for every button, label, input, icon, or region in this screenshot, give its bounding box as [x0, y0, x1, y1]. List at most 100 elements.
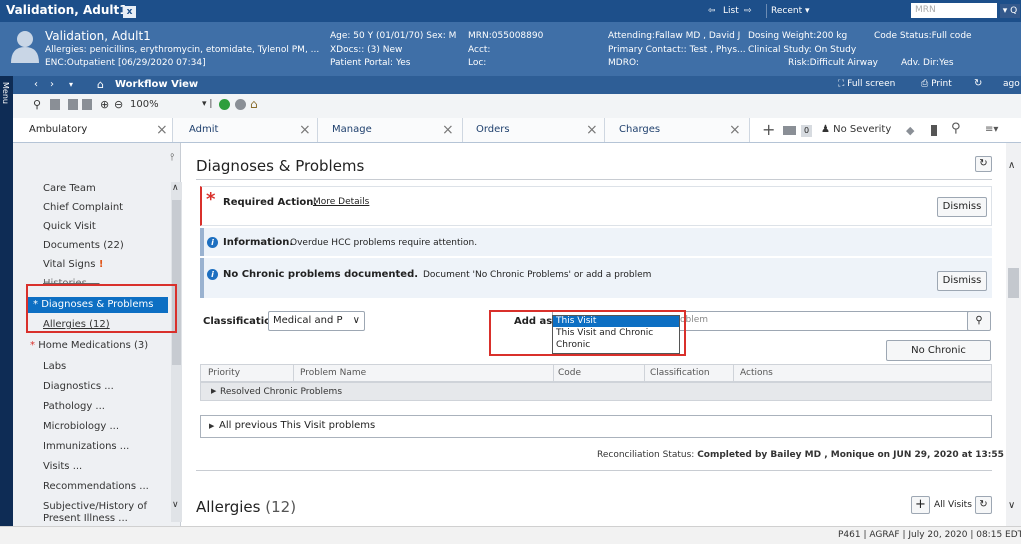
sidebar-item-visits[interactable]: Visits ... — [43, 461, 82, 472]
dismiss-chronic-button[interactable]: Dismiss — [937, 271, 987, 291]
patient-name[interactable]: Validation, Adult1 — [45, 29, 151, 43]
sidebar-item-chief-complaint[interactable]: Chief Complaint — [43, 202, 123, 213]
attending: Attending:Fallaw MD , David J — [608, 31, 741, 41]
sidebar-item-pathology[interactable]: Pathology ... — [43, 401, 105, 412]
close-tab-icon[interactable]: × — [299, 118, 311, 142]
tab-admit[interactable]: Admit × — [173, 118, 318, 142]
main-scroll-down-icon[interactable]: ∨ — [1008, 500, 1015, 511]
recent-button[interactable]: Recent ▾ — [766, 4, 810, 18]
close-tab-icon[interactable]: × — [442, 118, 454, 142]
more-details-link[interactable]: More Details — [313, 197, 369, 207]
full-screen-button[interactable]: ⛶ Full screen — [838, 79, 895, 89]
sidebar-item-care-team[interactable]: Care Team — [43, 183, 96, 194]
sidebar-item-labs[interactable]: Labs — [43, 361, 66, 372]
nav-dropdown-icon[interactable]: ▾ — [69, 80, 73, 89]
full-screen-label: Full screen — [847, 79, 896, 89]
prev-doc-icon[interactable] — [68, 99, 78, 110]
tab-orders[interactable]: Orders × — [463, 118, 605, 142]
back-arrow-icon[interactable]: ⇦ — [708, 4, 716, 18]
add-allergy-icon[interactable]: + — [911, 496, 930, 514]
forward-nav-icon[interactable]: › — [50, 79, 54, 90]
count-badge[interactable]: 0 — [801, 125, 812, 137]
allergy-filter-button[interactable]: All Visits — [934, 500, 972, 510]
print-button[interactable]: ⎙ Print — [921, 79, 952, 89]
no-severity-button[interactable]: ♟ No Severity — [821, 124, 891, 135]
binoculars-icon[interactable]: ⚲ — [33, 98, 41, 111]
sidebar-item-present-illness[interactable]: Present Illness ... — [43, 513, 128, 524]
back-nav-icon[interactable]: ‹ — [34, 79, 38, 90]
main-scrollbar[interactable] — [1006, 143, 1021, 526]
forward-arrow-icon[interactable]: ⇨ — [744, 4, 752, 18]
tab-charges[interactable]: Charges × — [605, 118, 750, 142]
classification-label: Classification — [203, 316, 279, 327]
allergy-refresh-icon[interactable]: ↻ — [975, 496, 992, 514]
close-tab-icon[interactable]: × — [729, 118, 741, 142]
dismiss-required-button[interactable]: Dismiss — [937, 197, 987, 217]
main-scroll-thumb[interactable] — [1008, 268, 1019, 298]
add-green-icon[interactable] — [219, 99, 230, 110]
status-circle-icon[interactable] — [235, 99, 246, 110]
sidebar-item-immunizations[interactable]: Immunizations ... — [43, 441, 129, 452]
mrn-search-input[interactable]: MRN — [911, 3, 997, 18]
risk: Risk:Difficult Airway — [788, 58, 878, 68]
search-icon[interactable]: ⚲ — [951, 121, 961, 136]
refresh-icon[interactable]: ↻ — [974, 78, 982, 89]
location: Loc: — [468, 58, 487, 68]
scroll-up-icon[interactable]: ∧ — [172, 183, 179, 193]
close-tab-icon[interactable]: × — [156, 118, 168, 142]
no-chronic-problems-button[interactable]: No Chronic Problems — [886, 340, 991, 375]
menu-label[interactable]: Menu — [1, 82, 10, 104]
main-scroll-up-icon[interactable]: ∧ — [1008, 160, 1015, 171]
info-icon: i — [207, 237, 218, 248]
sidebar-item-vital-signs[interactable]: Vital Signs ! — [43, 259, 103, 270]
home-toolbar-icon[interactable]: ⌂ — [250, 97, 258, 111]
column-code[interactable]: Code — [558, 368, 581, 378]
sidebar-scroll-thumb[interactable] — [172, 200, 181, 365]
column-problem-name[interactable]: Problem Name — [300, 368, 366, 378]
zoom-level[interactable]: 100% — [130, 99, 159, 110]
tab-menu-icon[interactable]: ≡▾ — [985, 124, 998, 135]
search-dropdown-icon[interactable]: ▾ Q — [1000, 4, 1020, 18]
tab-manage-label: Manage — [332, 124, 372, 135]
home-icon[interactable]: ⌂ — [97, 78, 104, 91]
reconciliation-value: Completed by Bailey MD , Monique on JUN … — [697, 450, 1004, 460]
print-icon: ⎙ — [921, 79, 932, 89]
close-patient-button[interactable]: x — [123, 6, 136, 18]
information-text: Overdue HCC problems require attention. — [290, 238, 478, 248]
expand-arrow-icon[interactable]: ▶ — [211, 387, 216, 395]
problem-search-icon[interactable]: ⚲ — [967, 311, 991, 331]
tag-icon[interactable]: ◆ — [906, 124, 914, 137]
section-refresh-icon[interactable]: ↻ — [975, 156, 992, 172]
column-priority[interactable]: Priority — [208, 368, 240, 378]
reconciliation-status: Reconciliation Status: Completed by Bail… — [597, 450, 1004, 460]
sidebar-item-documents[interactable]: Documents (22) — [43, 240, 124, 251]
sidebar-item-quick-visit[interactable]: Quick Visit — [43, 221, 96, 232]
recent-label: Recent — [771, 6, 803, 16]
next-doc-icon[interactable] — [82, 99, 92, 110]
add-tab-icon[interactable]: + — [762, 120, 775, 139]
sidebar-item-home-medications[interactable]: * Home Medications (3) — [30, 340, 148, 351]
zoom-dropdown-icon[interactable]: ▾ | — [202, 99, 212, 109]
sidebar-item-subjective[interactable]: Subjective/History of — [43, 501, 147, 512]
patient-avatar-icon — [11, 31, 39, 63]
expand-arrow-icon[interactable]: ▶ — [209, 422, 214, 430]
close-tab-icon[interactable]: × — [586, 118, 598, 142]
sidebar-item-diagnostics[interactable]: Diagnostics ... — [43, 381, 114, 392]
scroll-down-icon[interactable]: ∨ — [172, 500, 179, 510]
tab-ambulatory[interactable]: Ambulatory × — [13, 118, 173, 142]
sidebar-item-recommendations[interactable]: Recommendations ... — [43, 481, 149, 492]
menu-strip[interactable] — [0, 76, 13, 544]
sidebar-item-microbiology[interactable]: Microbiology ... — [43, 421, 119, 432]
column-actions[interactable]: Actions — [740, 368, 773, 378]
tab-manage[interactable]: Manage × — [318, 118, 463, 142]
document-icon[interactable] — [50, 99, 60, 110]
classification-select[interactable]: Medical and P ∨ — [268, 311, 365, 331]
zoom-in-icon[interactable]: ⊕ — [100, 98, 109, 111]
pin-icon[interactable]: ⫯ — [170, 152, 174, 163]
inbox-icon[interactable] — [783, 126, 796, 135]
print-label: Print — [931, 79, 952, 89]
zoom-out-icon[interactable]: ⊖ — [114, 98, 123, 111]
column-classification[interactable]: Classification — [650, 368, 710, 378]
list-button[interactable]: List — [723, 4, 739, 18]
bookmark-icon[interactable] — [931, 125, 937, 136]
